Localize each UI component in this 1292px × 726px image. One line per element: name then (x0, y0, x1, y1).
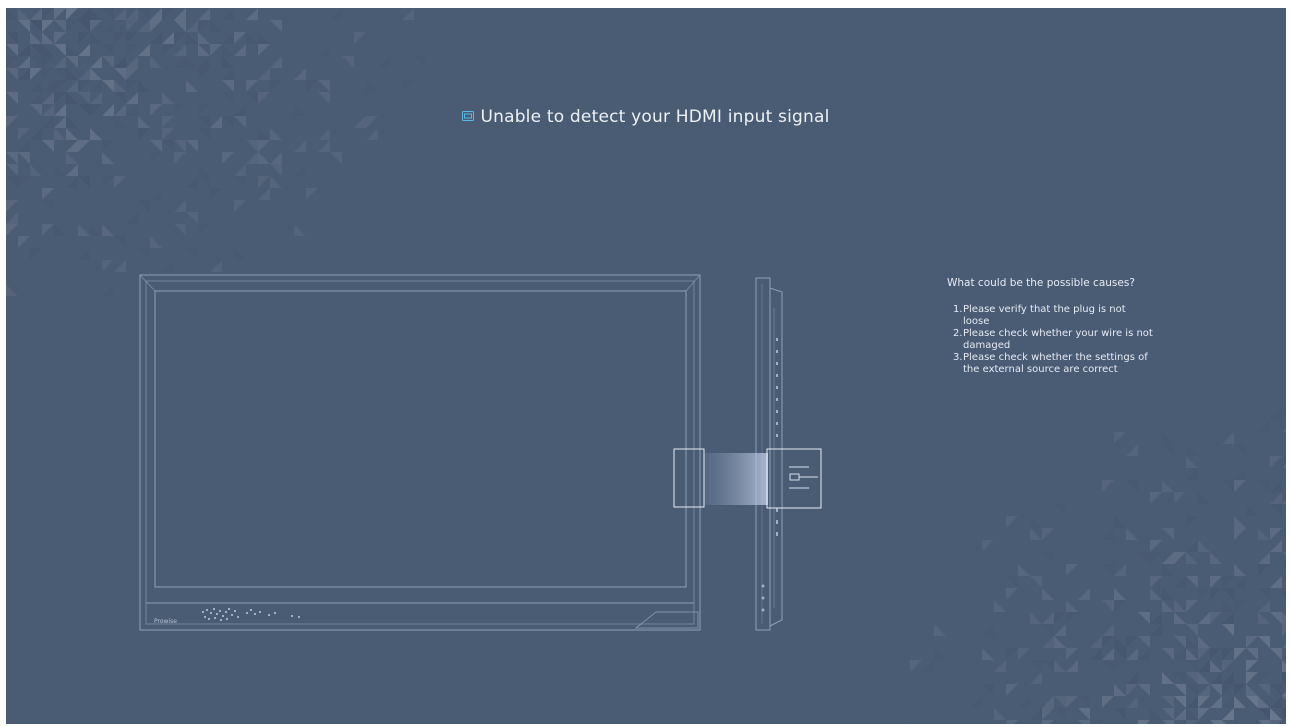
cause-item: 2. Please check whether your wire is not… (947, 328, 1153, 352)
cause-item: 1. Please verify that the plug is not lo… (947, 304, 1153, 328)
cause-item: 3. Please check whether the settings of … (947, 352, 1153, 376)
connection-beam (704, 453, 768, 505)
cause-text: Please verify that the plug is not loose (963, 304, 1126, 327)
cause-text: Please check whether the settings of the… (963, 352, 1148, 375)
causes-heading: What could be the possible causes? (947, 277, 1135, 289)
cause-text: Please check whether your wire is not da… (963, 328, 1153, 351)
cause-number: 2. (953, 328, 963, 339)
causes-list: 1. Please verify that the plug is not lo… (947, 304, 1207, 376)
port-highlight-box (766, 448, 822, 509)
cause-number: 3. (953, 352, 963, 363)
display-front-view (139, 274, 701, 631)
display-brand-logo: Prowise (154, 618, 177, 625)
possible-causes-panel: What could be the possible causes? 1. Pl… (947, 276, 1207, 376)
no-signal-screen: Unable to detect your HDMI input signal … (6, 8, 1286, 724)
speaker-grille-pattern (202, 608, 300, 621)
hdmi-plug-icon (789, 466, 818, 489)
cause-number: 1. (953, 304, 963, 315)
